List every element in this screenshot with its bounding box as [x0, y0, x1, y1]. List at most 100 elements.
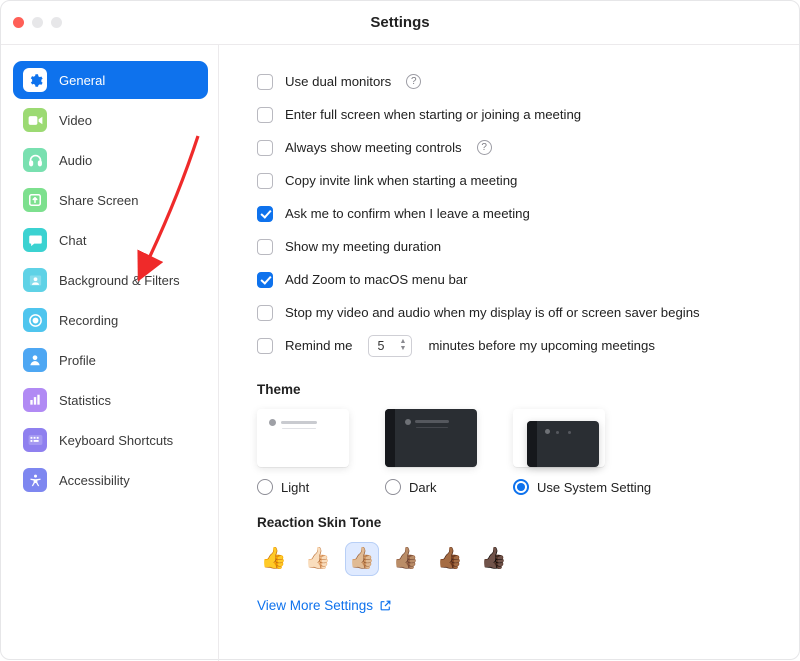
sidebar-item-chat[interactable]: Chat: [13, 221, 208, 259]
theme-label: Use System Setting: [537, 480, 651, 495]
option-checkbox[interactable]: [257, 272, 273, 288]
option-label: Always show meeting controls: [285, 140, 462, 155]
person-card-icon: [23, 268, 47, 292]
video-icon: [23, 108, 47, 132]
sidebar-item-label: Keyboard Shortcuts: [59, 433, 173, 448]
theme-radio-row[interactable]: Use System Setting: [513, 479, 651, 495]
skin-tone-option[interactable]: 👍🏾: [433, 542, 467, 576]
sidebar-item-label: Background & Filters: [59, 273, 180, 288]
skin-tone-picker: 👍 👍🏻 👍🏼 👍🏽 👍🏾 👍🏿: [257, 542, 769, 576]
sidebar-item-label: Video: [59, 113, 92, 128]
option-row: Add Zoom to macOS menu bar: [257, 263, 769, 296]
option-row: Copy invite link when starting a meeting: [257, 164, 769, 197]
sidebar-item-keyboard-shortcuts[interactable]: Keyboard Shortcuts: [13, 421, 208, 459]
theme-radio[interactable]: [513, 479, 529, 495]
keyboard-icon: [23, 428, 47, 452]
option-label: Add Zoom to macOS menu bar: [285, 272, 468, 287]
theme-radio[interactable]: [385, 479, 401, 495]
theme-thumb-system: [513, 409, 605, 467]
skin-tone-heading: Reaction Skin Tone: [257, 515, 769, 530]
option-row: Ask me to confirm when I leave a meeting: [257, 197, 769, 230]
minimize-window-dot[interactable]: [32, 17, 43, 28]
option-checkbox[interactable]: [257, 173, 273, 189]
skin-tone-option[interactable]: 👍🏽: [389, 542, 423, 576]
theme-radio[interactable]: [257, 479, 273, 495]
option-label: Copy invite link when starting a meeting: [285, 173, 517, 188]
chat-icon: [23, 228, 47, 252]
share-icon: [23, 188, 47, 212]
option-row: Always show meeting controls?: [257, 131, 769, 164]
sidebar-item-recording[interactable]: Recording: [13, 301, 208, 339]
option-label: Show my meeting duration: [285, 239, 441, 254]
sidebar-item-profile[interactable]: Profile: [13, 341, 208, 379]
sidebar-item-background-filters[interactable]: Background & Filters: [13, 261, 208, 299]
sidebar-item-accessibility[interactable]: Accessibility: [13, 461, 208, 499]
skin-tone-option[interactable]: 👍: [257, 542, 291, 576]
remind-suffix: minutes before my upcoming meetings: [428, 338, 655, 353]
accessibility-icon: [23, 468, 47, 492]
sidebar-item-label: Audio: [59, 153, 92, 168]
headphones-icon: [23, 148, 47, 172]
close-window-dot[interactable]: [13, 17, 24, 28]
theme-option-light[interactable]: Light: [257, 409, 349, 495]
view-more-settings-label: View More Settings: [257, 598, 373, 613]
remind-minutes-value: 5: [377, 339, 384, 353]
help-icon[interactable]: ?: [406, 74, 421, 89]
sidebar-item-audio[interactable]: Audio: [13, 141, 208, 179]
option-label: Enter full screen when starting or joini…: [285, 107, 581, 122]
help-icon[interactable]: ?: [477, 140, 492, 155]
theme-option-dark[interactable]: Dark: [385, 409, 477, 495]
option-remind-me: Remind me 5 ▲▼ minutes before my upcomin…: [257, 329, 769, 362]
theme-option-system[interactable]: Use System Setting: [513, 409, 651, 495]
sidebar-item-video[interactable]: Video: [13, 101, 208, 139]
zoom-window-dot[interactable]: [51, 17, 62, 28]
theme-label: Dark: [409, 480, 436, 495]
skin-tone-option[interactable]: 👍🏻: [301, 542, 335, 576]
titlebar: Settings: [1, 1, 799, 45]
sidebar-item-general[interactable]: General: [13, 61, 208, 99]
sidebar-item-label: Recording: [59, 313, 118, 328]
option-row: Enter full screen when starting or joini…: [257, 98, 769, 131]
remind-checkbox[interactable]: [257, 338, 273, 354]
sidebar-item-statistics[interactable]: Statistics: [13, 381, 208, 419]
window-title: Settings: [1, 14, 799, 31]
sidebar-item-label: Accessibility: [59, 473, 130, 488]
record-icon: [23, 308, 47, 332]
option-checkbox[interactable]: [257, 140, 273, 156]
stats-icon: [23, 388, 47, 412]
skin-tone-option[interactable]: 👍🏿: [477, 542, 511, 576]
sidebar-item-label: Profile: [59, 353, 96, 368]
theme-radio-row[interactable]: Dark: [385, 479, 477, 495]
person-icon: [23, 348, 47, 372]
option-checkbox[interactable]: [257, 206, 273, 222]
option-checkbox[interactable]: [257, 305, 273, 321]
sidebar-item-label: Share Screen: [59, 193, 139, 208]
theme-label: Light: [281, 480, 309, 495]
external-link-icon: [379, 599, 392, 612]
sidebar-item-label: Chat: [59, 233, 86, 248]
stepper-arrows[interactable]: ▲▼: [400, 338, 407, 352]
option-checkbox[interactable]: [257, 239, 273, 255]
sidebar-item-label: General: [59, 73, 105, 88]
window-controls: [13, 17, 62, 28]
remind-prefix: Remind me: [285, 338, 352, 353]
gear-icon: [23, 68, 47, 92]
theme-thumb-light: [257, 409, 349, 467]
theme-radio-row[interactable]: Light: [257, 479, 349, 495]
option-label: Stop my video and audio when my display …: [285, 305, 700, 320]
option-row: Use dual monitors?: [257, 65, 769, 98]
theme-thumb-dark: [385, 409, 477, 467]
option-checkbox[interactable]: [257, 107, 273, 123]
option-row: Show my meeting duration: [257, 230, 769, 263]
option-checkbox[interactable]: [257, 74, 273, 90]
sidebar: General Video Audio Share Screen Chat Backgro…: [1, 45, 219, 661]
remind-minutes-stepper[interactable]: 5 ▲▼: [368, 335, 412, 357]
option-label: Use dual monitors: [285, 74, 391, 89]
content-pane: Use dual monitors? Enter full screen when…: [219, 45, 799, 661]
sidebar-item-share-screen[interactable]: Share Screen: [13, 181, 208, 219]
skin-tone-option[interactable]: 👍🏼: [345, 542, 379, 576]
view-more-settings-link[interactable]: View More Settings: [257, 598, 392, 613]
theme-chooser: Light Dark Use System Setting: [257, 409, 769, 495]
option-label: Ask me to confirm when I leave a meeting: [285, 206, 530, 221]
theme-heading: Theme: [257, 382, 769, 397]
